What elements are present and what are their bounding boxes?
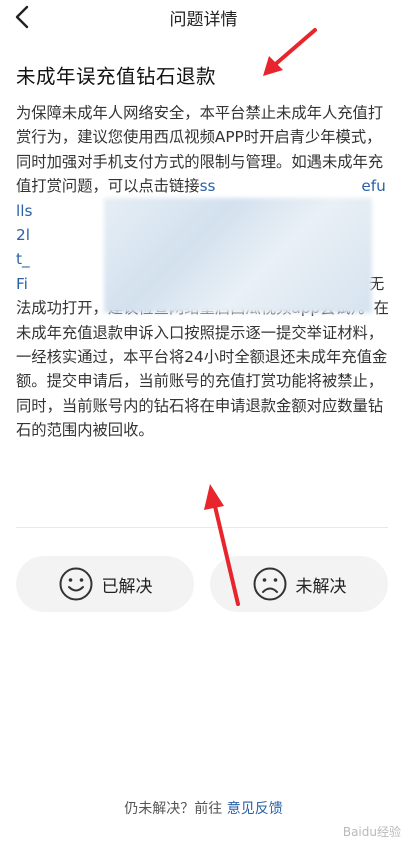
annotation-arrow-icon xyxy=(263,28,317,76)
unsolved-label: 未解决 xyxy=(295,576,347,597)
page-title: 问题详情 xyxy=(169,10,238,30)
solved-button[interactable]: 已解决 xyxy=(16,556,194,612)
annotation-arrow-icon xyxy=(204,484,240,606)
footer-prompt: 仍未解决？前往 意见反馈 xyxy=(124,801,283,817)
top-bar: 问题详情 xyxy=(0,0,407,34)
smile-icon xyxy=(59,567,92,601)
sad-face-icon xyxy=(253,567,286,601)
blurred-link-mask xyxy=(104,198,372,313)
solved-label: 已解决 xyxy=(101,576,153,597)
question-title: 未成年误充值钻石退款 xyxy=(16,65,217,88)
feedback-link[interactable]: 意见反馈 xyxy=(227,801,283,817)
watermark-logo: Baidu经验 xyxy=(342,825,401,839)
